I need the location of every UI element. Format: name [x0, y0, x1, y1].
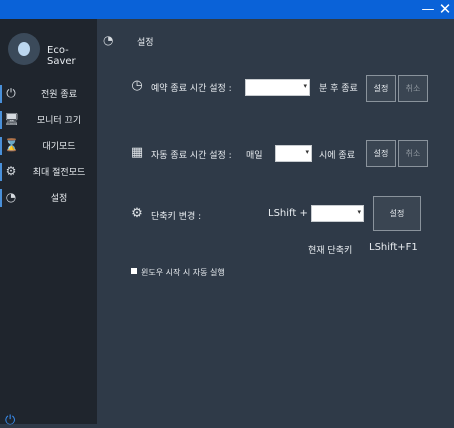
sidebar-item-shutdown[interactable]: ⏻ 전원 종료: [0, 82, 97, 106]
close-icon[interactable]: ✕: [435, 0, 454, 19]
reservation-cancel-button[interactable]: 취소: [398, 75, 428, 102]
hotkey-key-select[interactable]: ▾: [311, 205, 364, 222]
auto-cancel-button[interactable]: 취소: [398, 140, 428, 167]
hotkey-label: 단축키 변경 :: [151, 212, 202, 222]
current-hotkey-label: 현재 단축키: [308, 246, 353, 256]
startup-checkbox[interactable]: [131, 268, 137, 274]
settings-icon: ◔: [5, 190, 17, 204]
sidebar-item-label: 최대 절전모드: [32, 168, 86, 178]
auto-daily-label: 매일: [246, 151, 263, 161]
monitor-icon: 🖥: [4, 112, 20, 126]
reservation-label: 예약 종료 시간 설정 :: [151, 84, 232, 94]
calendar-icon: ▦: [130, 145, 144, 160]
clock-icon: ◷: [131, 78, 143, 93]
sidebar-item-label: 모니터 끄기: [36, 116, 82, 126]
hotkey-set-button[interactable]: 설정: [373, 196, 421, 231]
sidebar-item-label: 전원 종료: [41, 90, 77, 100]
current-hotkey-value: LShift+F1: [369, 242, 418, 253]
brand-name: Eco-Saver: [47, 45, 76, 67]
gear-icon: ⚙: [131, 206, 143, 221]
settings-panel: ◔ 설정 ◷ 예약 종료 시간 설정 : ▾ 분 후 종료 설정 취소 ▦ 자동…: [97, 19, 454, 424]
reservation-set-button[interactable]: 설정: [366, 75, 396, 102]
gear-sleep-icon: ⚙: [5, 164, 17, 178]
sidebar-item-label: 대기모드: [42, 142, 76, 152]
reservation-unit: 분 후 종료: [319, 84, 358, 94]
reservation-minutes-select[interactable]: ▾: [245, 79, 310, 96]
sidebar-item-monitor-off[interactable]: 🖥 모니터 끄기: [0, 108, 97, 132]
title-bar: — ✕: [0, 0, 454, 19]
power-icon: ⏻: [6, 86, 16, 100]
sidebar-item-hibernate[interactable]: ⚙ 최대 절전모드: [0, 160, 97, 184]
startup-label: 윈도우 시작 시 자동 실행: [141, 268, 225, 277]
sidebar-item-settings[interactable]: ◔ 설정: [0, 186, 97, 210]
settings-icon: ◔: [103, 33, 114, 47]
auto-set-button[interactable]: 설정: [366, 140, 396, 167]
sidebar-item-label: 설정: [50, 194, 68, 204]
hotkey-prefix: LShift +: [268, 208, 308, 219]
auto-hour-select[interactable]: ▾: [275, 145, 312, 162]
sidebar: Eco-Saver ⏻ 전원 종료 🖥 모니터 끄기 ⌛ 대기모드 ⚙ 최대 절…: [0, 19, 97, 428]
page-title: 설정: [137, 38, 154, 48]
sidebar-item-standby[interactable]: ⌛ 대기모드: [0, 134, 97, 158]
auto-unit: 시에 종료: [319, 151, 355, 161]
auto-label: 자동 종료 시간 설정 :: [151, 151, 232, 161]
hourglass-icon: ⌛: [4, 138, 19, 152]
power-icon[interactable]: ⏻: [5, 414, 19, 428]
app-logo: [8, 33, 40, 65]
